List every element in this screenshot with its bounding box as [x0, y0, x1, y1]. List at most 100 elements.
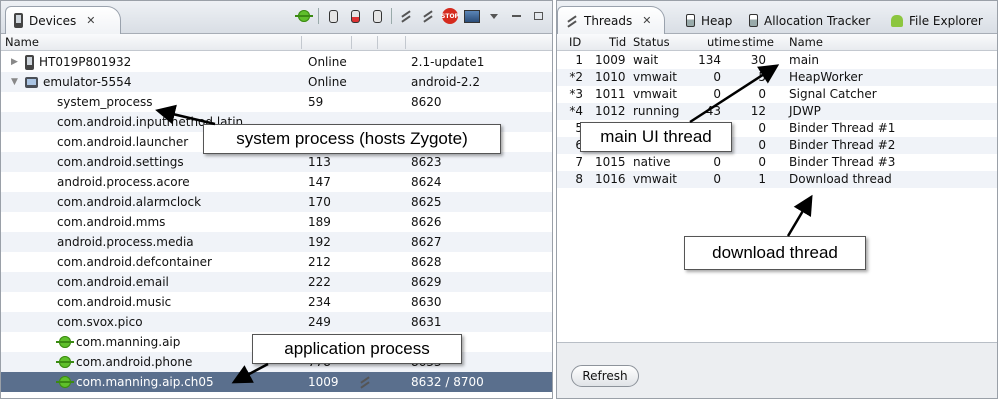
process-row-selected[interactable]: com.manning.aip.ch05 1009 8632 / 8700 — [1, 372, 552, 392]
close-icon[interactable]: ✕ — [642, 14, 651, 27]
process-port: 8625 — [411, 195, 442, 209]
thread-name: JDWP — [789, 104, 821, 118]
process-row[interactable]: com.android.alarmclock 170 8625 — [1, 192, 552, 212]
device-row[interactable]: ▶ HT019P801932 Online 2.1-update1 — [1, 52, 552, 72]
gc-icon — [372, 9, 382, 23]
cause-gc-button[interactable] — [369, 8, 385, 24]
phone-device-icon — [25, 54, 34, 70]
tab-file-explorer[interactable]: File Explorer — [882, 6, 992, 34]
process-name: com.android.email — [57, 275, 169, 289]
stop-process-button[interactable]: STOP — [441, 8, 459, 24]
process-name: com.android.phone — [76, 355, 193, 369]
thread-tid: 1011 — [595, 87, 626, 101]
process-port: 8620 — [411, 95, 442, 109]
process-port: 8631 — [411, 315, 442, 329]
minimize-button[interactable] — [508, 8, 524, 24]
tab-threads[interactable]: Threads ✕ — [557, 6, 665, 34]
emulator-icon — [25, 76, 38, 88]
tab-allocation-tracker-label: Allocation Tracker — [764, 13, 871, 28]
thread-row[interactable]: 8 1016 vmwait 0 1 Download thread — [557, 171, 997, 188]
device-row[interactable]: ▼ emulator-5554 Online android-2.2 — [1, 72, 552, 92]
thread-id: 8 — [575, 172, 583, 186]
android-robot-icon — [891, 14, 903, 27]
tab-allocation-tracker[interactable]: Allocation Tracker — [740, 6, 879, 34]
threads-column-header: ID Tid Status utime stime Name — [557, 34, 997, 51]
thread-stime: 1 — [758, 172, 766, 186]
process-pid: 249 — [308, 315, 331, 329]
process-port: 8630 — [411, 295, 442, 309]
process-row[interactable]: com.android.email 222 8629 — [1, 272, 552, 292]
column-tid-header[interactable]: Tid — [609, 35, 626, 49]
thread-row[interactable]: 1 1009 wait 134 30 main — [557, 52, 997, 69]
minimize-icon — [511, 15, 521, 17]
toolbar-separator — [318, 8, 319, 24]
collapse-icon[interactable]: ▼ — [11, 77, 20, 87]
device-name: emulator-5554 — [43, 75, 132, 89]
process-row[interactable]: com.android.music 234 8630 — [1, 292, 552, 312]
process-name: com.manning.aip — [76, 335, 181, 349]
thread-name: Binder Thread #2 — [789, 138, 896, 152]
process-name: com.svox.pico — [57, 315, 143, 329]
thread-tid: 1009 — [595, 53, 626, 67]
process-row[interactable]: android.process.acore 147 8624 — [1, 172, 552, 192]
process-pid: 170 — [308, 195, 331, 209]
thread-stime: 12 — [750, 104, 766, 118]
thread-status: native — [633, 155, 671, 169]
process-port: 8627 — [411, 235, 442, 249]
column-id-header[interactable]: ID — [569, 35, 581, 49]
maximize-button[interactable] — [530, 8, 546, 24]
thread-stime: 30 — [750, 53, 766, 67]
callout-application-process: application process — [252, 334, 462, 364]
process-row[interactable]: com.svox.pico 249 8631 — [1, 312, 552, 332]
expand-icon[interactable]: ▶ — [11, 57, 20, 67]
thread-tid: 1016 — [595, 172, 626, 186]
view-menu-button[interactable] — [486, 8, 502, 24]
process-row[interactable]: com.android.defcontainer 212 8628 — [1, 252, 552, 272]
tab-heap[interactable]: Heap — [677, 6, 741, 34]
bug-icon — [56, 356, 74, 368]
thread-row[interactable]: *3 1011 vmwait 0 0 Signal Catcher — [557, 86, 997, 103]
process-row[interactable]: com.android.mms 189 8626 — [1, 212, 552, 232]
close-icon[interactable]: ✕ — [86, 14, 95, 27]
process-pid: 222 — [308, 275, 331, 289]
column-status-header[interactable]: Status — [633, 35, 670, 49]
debug-process-button[interactable] — [295, 8, 313, 24]
process-name: com.android.music — [57, 295, 172, 309]
process-row[interactable]: system_process 59 8620 — [1, 92, 552, 112]
update-heap-button[interactable] — [325, 8, 341, 24]
process-port: 8629 — [411, 275, 442, 289]
process-row[interactable]: com.android.settings 113 8623 — [1, 152, 552, 172]
bug-icon — [56, 336, 74, 348]
process-port: 8623 — [411, 155, 442, 169]
column-stime-header[interactable]: stime — [742, 35, 774, 49]
refresh-button[interactable]: Refresh — [571, 365, 639, 387]
thread-utime: 134 — [698, 53, 721, 67]
callout-system-process: system process (hosts Zygote) — [203, 124, 501, 154]
screen-capture-button[interactable] — [464, 8, 480, 24]
column-utime-header[interactable]: utime — [707, 35, 740, 49]
tab-devices[interactable]: Devices ✕ — [5, 6, 121, 34]
update-threads-button[interactable] — [398, 8, 414, 24]
thread-utime: 0 — [713, 70, 721, 84]
thread-row[interactable]: *4 1012 running 43 12 JDWP — [557, 103, 997, 120]
thread-stime: 5 — [758, 70, 766, 84]
threads-view: Threads ✕ Heap Allocation Tracker File E… — [556, 0, 998, 399]
thread-tid: 1010 — [595, 70, 626, 84]
dump-hprof-button[interactable] — [347, 8, 363, 24]
process-pid: 189 — [308, 215, 331, 229]
process-row[interactable]: android.process.media 192 8627 — [1, 232, 552, 252]
thread-row[interactable]: 7 1015 native 0 0 Binder Thread #3 — [557, 154, 997, 171]
thread-row[interactable]: *2 1010 vmwait 0 5 HeapWorker — [557, 69, 997, 86]
column-name-header[interactable]: Name — [5, 35, 39, 49]
bug-icon — [56, 376, 74, 388]
thread-status: vmwait — [633, 87, 677, 101]
thread-id: *3 — [569, 87, 583, 101]
threads-tabbar: Threads ✕ Heap Allocation Tracker File E… — [557, 1, 997, 34]
method-profiling-button[interactable] — [420, 8, 436, 24]
threads-icon — [566, 15, 578, 27]
column-name-header[interactable]: Name — [789, 35, 823, 49]
process-name: system_process — [57, 95, 153, 109]
process-name: android.process.acore — [57, 175, 190, 189]
thread-name: HeapWorker — [789, 70, 863, 84]
tab-devices-label: Devices — [29, 13, 77, 28]
